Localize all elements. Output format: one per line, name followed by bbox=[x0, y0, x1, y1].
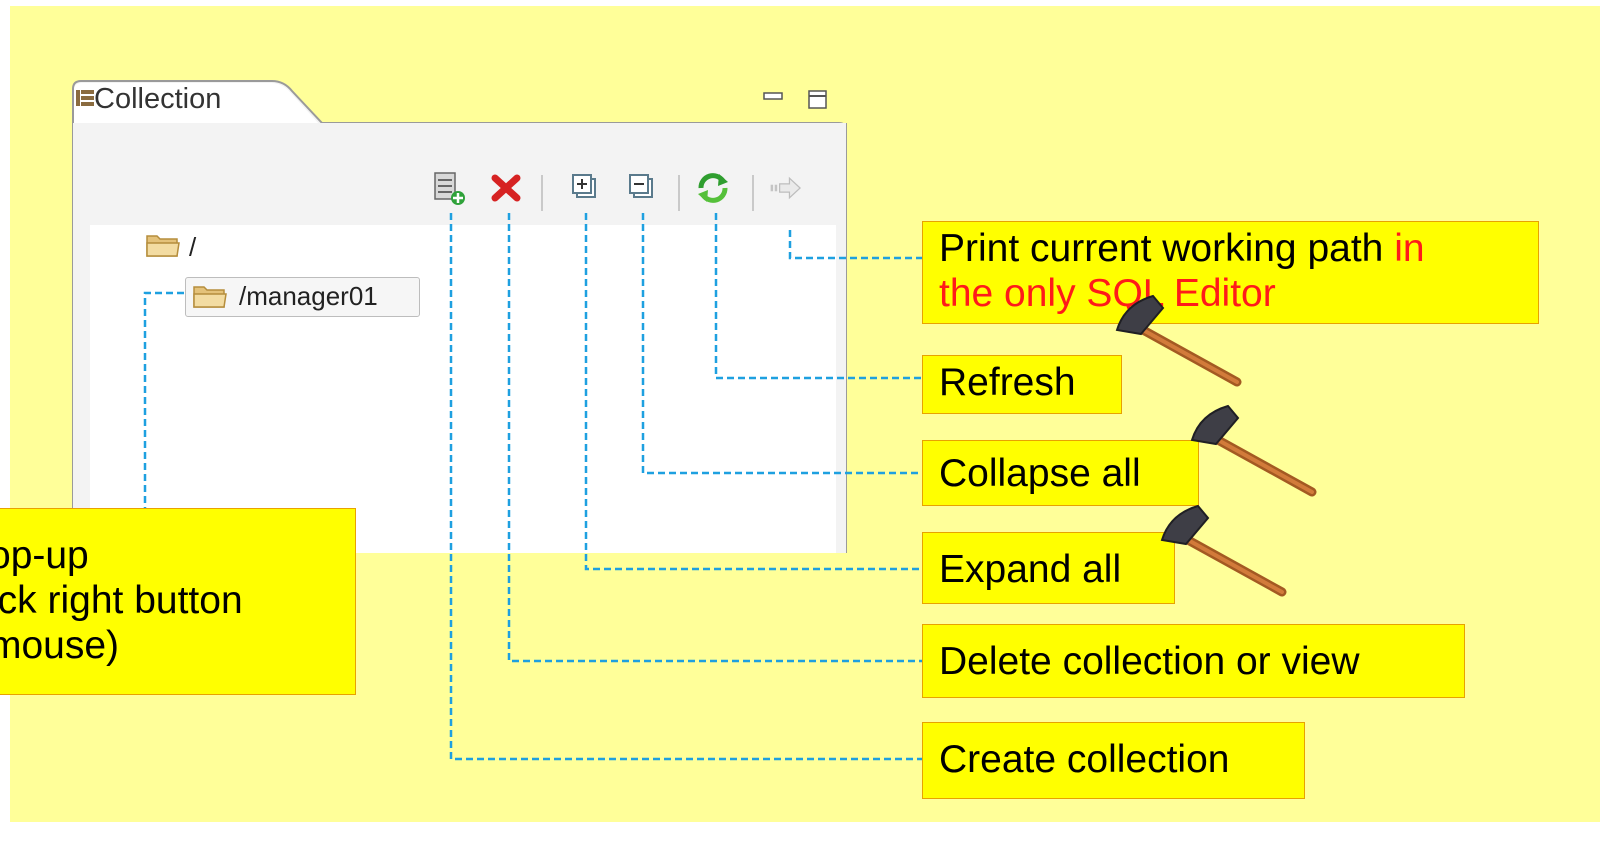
callout-delete-text: Delete collection or view bbox=[939, 640, 1360, 683]
collection-view: Collection / /manager01 bbox=[72, 75, 847, 553]
collection-view-icon bbox=[76, 90, 94, 106]
callout-delete: Delete collection or view bbox=[922, 624, 1465, 698]
callout-popup-line3: mouse) bbox=[0, 624, 120, 667]
callout-create-text: Create collection bbox=[939, 738, 1230, 781]
hammer-icon bbox=[1160, 504, 1287, 597]
maximize-icon[interactable] bbox=[807, 89, 829, 111]
callout-refresh: Refresh bbox=[922, 355, 1122, 414]
toolbar-separator bbox=[752, 175, 754, 211]
view-tab-title[interactable]: Collection bbox=[94, 83, 221, 116]
create-collection-icon[interactable] bbox=[432, 170, 468, 206]
callout-collapse-text: Collapse all bbox=[939, 452, 1141, 495]
collection-tree bbox=[90, 225, 836, 553]
slide: Collection / /manager01 Print current wo… bbox=[0, 0, 1622, 848]
hammer-icon bbox=[1115, 294, 1242, 387]
callout-expand-text: Expand all bbox=[939, 548, 1122, 591]
callout-expand-all: Expand all bbox=[922, 532, 1175, 604]
tree-item-root[interactable]: / bbox=[189, 232, 196, 263]
refresh-icon[interactable] bbox=[695, 170, 731, 206]
delete-icon[interactable] bbox=[488, 170, 524, 206]
toolbar-separator bbox=[541, 175, 543, 211]
folder-icon bbox=[193, 286, 227, 308]
callout-print-path-highlight: in bbox=[1394, 227, 1425, 270]
toolbar-separator bbox=[678, 175, 680, 211]
callout-popup: op-up ick right button mouse) bbox=[0, 508, 356, 695]
callout-print-path-text: Print current working path bbox=[939, 227, 1384, 270]
callout-popup-line2: ick right button bbox=[0, 579, 243, 622]
callout-popup-line1: op-up bbox=[0, 534, 89, 577]
callout-refresh-text: Refresh bbox=[939, 361, 1076, 404]
callout-collapse-all: Collapse all bbox=[922, 440, 1199, 506]
callout-create: Create collection bbox=[922, 722, 1305, 799]
minimize-icon[interactable] bbox=[762, 89, 786, 105]
arrow-right-icon[interactable] bbox=[769, 170, 805, 206]
hammer-icon bbox=[1190, 404, 1317, 497]
expand-all-icon[interactable] bbox=[568, 170, 604, 206]
collapse-all-icon[interactable] bbox=[625, 170, 661, 206]
tree-item-manager01[interactable]: /manager01 bbox=[239, 281, 378, 312]
folder-icon bbox=[146, 235, 180, 257]
